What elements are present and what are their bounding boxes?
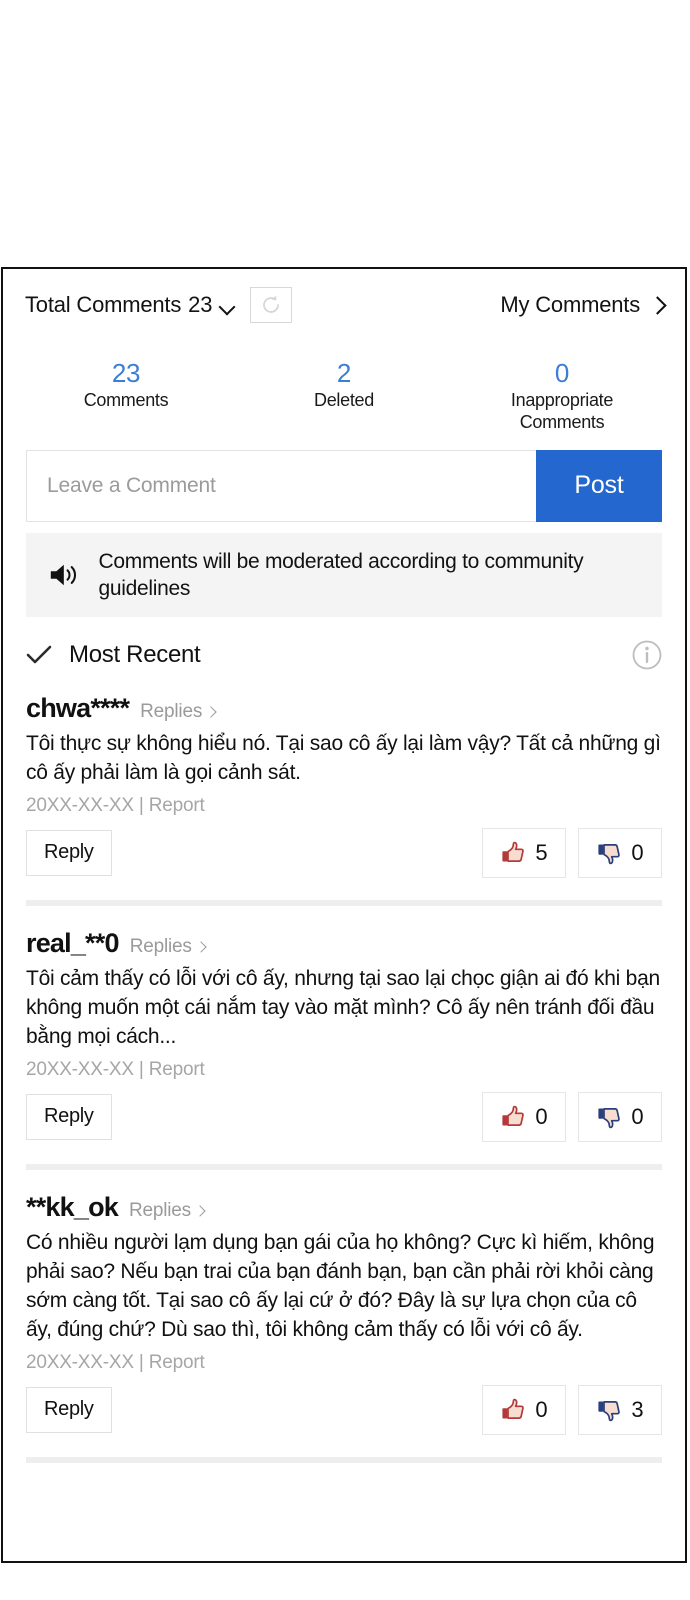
stat-comments-value: 23 bbox=[111, 358, 141, 388]
comment-meta: 20XX-XX-XX | Report bbox=[26, 1352, 662, 1374]
check-icon bbox=[26, 645, 52, 664]
like-count: 0 bbox=[535, 1396, 548, 1422]
stat-inappropriate-label: Inappropriate Comments bbox=[510, 389, 614, 433]
like-button[interactable]: 0 bbox=[482, 1384, 566, 1435]
thumbs-up-icon bbox=[502, 1105, 525, 1126]
my-comments-label: My Comments bbox=[500, 292, 640, 317]
moderation-notice-text: Comments will be moderated according to … bbox=[98, 549, 584, 600]
comment-divider bbox=[26, 1456, 662, 1463]
total-comments-dropdown[interactable]: Total Comments 23 bbox=[25, 292, 236, 318]
moderation-notice: Comments will be moderated according to … bbox=[26, 532, 662, 617]
comment-replies-label: Replies bbox=[129, 935, 192, 957]
comment-date: 20XX-XX-XX bbox=[26, 794, 134, 816]
like-button[interactable]: 5 bbox=[482, 827, 566, 878]
comment-body: Tôi thực sự không hiểu nó. Tại sao cô ấy… bbox=[26, 731, 661, 784]
stat-inappropriate: 0 Inappropriate Comments bbox=[453, 358, 671, 434]
comment-actions: Reply 5 0 bbox=[26, 827, 662, 878]
comment-username: **kk_ok bbox=[26, 1191, 119, 1222]
dislike-button[interactable]: 0 bbox=[578, 827, 662, 878]
report-link[interactable]: Report bbox=[149, 1059, 205, 1080]
chevron-down-icon bbox=[219, 301, 236, 311]
report-link[interactable]: Report bbox=[149, 1352, 205, 1373]
comment-divider bbox=[26, 1163, 662, 1170]
sort-label: Most Recent bbox=[69, 640, 201, 668]
vote-group: 0 0 bbox=[482, 1091, 662, 1142]
stat-comments-label: Comments bbox=[83, 389, 169, 410]
stat-deleted-value: 2 bbox=[336, 358, 352, 388]
comment-body: Có nhiều người lạm dụng bạn gái của họ k… bbox=[26, 1230, 655, 1341]
comment-stats: 23 Comments 2 Deleted 0 Inappropriate Co… bbox=[3, 341, 685, 434]
comment-item: chwa**** Replies Tôi thực sự không hiểu … bbox=[3, 693, 685, 878]
comment-replies-label: Replies bbox=[128, 1199, 191, 1221]
comment-meta: 20XX-XX-XX | Report bbox=[26, 795, 662, 817]
meta-separator: | bbox=[138, 1058, 144, 1080]
sort-bar: Most Recent bbox=[3, 617, 685, 693]
thumbs-down-icon bbox=[598, 1400, 621, 1421]
chevron-right-icon bbox=[207, 705, 215, 719]
refresh-button[interactable] bbox=[250, 287, 293, 323]
reply-button[interactable]: Reply bbox=[26, 1386, 112, 1433]
comment-actions: Reply 0 0 bbox=[26, 1091, 662, 1142]
total-comments-label: Total Comments bbox=[25, 292, 182, 317]
report-link[interactable]: Report bbox=[149, 795, 205, 816]
info-icon[interactable] bbox=[631, 639, 663, 671]
comment-actions: Reply 0 3 bbox=[26, 1384, 662, 1435]
stat-comments: 23 Comments bbox=[17, 358, 235, 411]
comments-panel: Total Comments 23 My Comments 23 Comment… bbox=[1, 267, 687, 1563]
chevron-right-icon bbox=[196, 1204, 204, 1218]
stat-inappropriate-value: 0 bbox=[554, 358, 570, 388]
like-button[interactable]: 0 bbox=[482, 1091, 566, 1142]
like-count: 0 bbox=[535, 1103, 548, 1129]
stat-deleted-label: Deleted bbox=[314, 389, 374, 410]
post-button[interactable]: Post bbox=[536, 449, 662, 522]
comment-input[interactable]: Leave a Comment bbox=[26, 449, 536, 522]
comment-replies-link[interactable]: Replies bbox=[130, 936, 205, 958]
comment-username: chwa**** bbox=[26, 692, 130, 723]
comment-replies-link[interactable]: Replies bbox=[140, 701, 215, 723]
screenshot-root: Total Comments 23 My Comments 23 Comment… bbox=[0, 0, 690, 1600]
sort-selector[interactable]: Most Recent bbox=[25, 640, 201, 669]
total-comments-count: 23 bbox=[188, 292, 213, 317]
comment-replies-link[interactable]: Replies bbox=[129, 1200, 204, 1222]
comment-username: real_**0 bbox=[26, 927, 120, 958]
comment-date: 20XX-XX-XX bbox=[26, 1058, 134, 1080]
reply-button[interactable]: Reply bbox=[26, 1093, 112, 1140]
thumbs-down-icon bbox=[598, 843, 621, 865]
chevron-right-icon bbox=[197, 940, 205, 954]
vote-group: 0 3 bbox=[482, 1384, 662, 1435]
comments-header: Total Comments 23 My Comments bbox=[3, 269, 685, 341]
comment-divider bbox=[26, 899, 662, 906]
comment-date: 20XX-XX-XX bbox=[26, 1351, 134, 1373]
meta-separator: | bbox=[138, 794, 144, 816]
reply-button[interactable]: Reply bbox=[26, 829, 112, 876]
comment-header: **kk_ok Replies bbox=[26, 1192, 662, 1223]
dislike-count: 0 bbox=[631, 1103, 644, 1129]
meta-separator: | bbox=[138, 1351, 144, 1373]
refresh-icon bbox=[263, 295, 280, 313]
thumbs-down-icon bbox=[598, 1107, 621, 1128]
thumbs-up-icon bbox=[502, 841, 525, 862]
dislike-button[interactable]: 0 bbox=[578, 1091, 662, 1142]
my-comments-link[interactable]: My Comments bbox=[500, 292, 663, 318]
comment-header: real_**0 Replies bbox=[26, 928, 662, 959]
comment-meta: 20XX-XX-XX | Report bbox=[26, 1059, 662, 1081]
comment-item: real_**0 Replies Tôi cảm thấy có lỗi với… bbox=[3, 928, 685, 1142]
comment-header: chwa**** Replies bbox=[26, 693, 662, 724]
speaker-icon bbox=[50, 564, 76, 586]
like-count: 5 bbox=[535, 839, 548, 865]
comment-item: **kk_ok Replies Có nhiều người lạm dụng … bbox=[3, 1192, 685, 1435]
vote-group: 5 0 bbox=[482, 827, 662, 878]
dislike-button[interactable]: 3 bbox=[578, 1384, 662, 1435]
dislike-count: 0 bbox=[631, 839, 644, 865]
thumbs-up-icon bbox=[502, 1398, 525, 1419]
chevron-right-icon bbox=[651, 294, 663, 316]
comment-body: Tôi cảm thấy có lỗi với cô ấy, nhưng tại… bbox=[26, 966, 660, 1048]
dislike-count: 3 bbox=[631, 1396, 644, 1422]
comment-replies-label: Replies bbox=[140, 700, 203, 722]
header-left-group: Total Comments 23 bbox=[25, 287, 293, 323]
comment-composer: Leave a Comment Post bbox=[26, 449, 662, 522]
stat-deleted: 2 Deleted bbox=[235, 358, 453, 411]
